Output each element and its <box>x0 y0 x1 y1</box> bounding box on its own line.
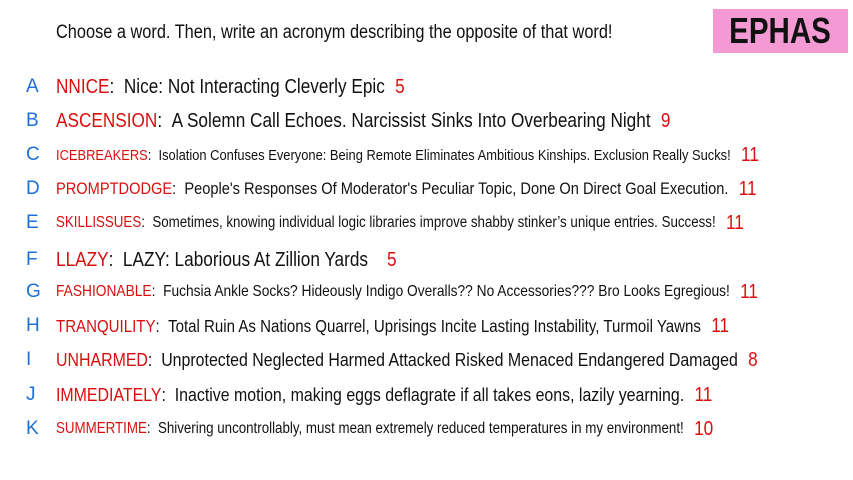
entry-row-d: D PROMPTDODGE: People's Responses Of Mod… <box>0 175 853 203</box>
entry-row-a: A NNICE: Nice: Not Interacting Cleverly … <box>0 73 853 101</box>
entry-count: 11 <box>740 280 759 303</box>
entry-count: 5 <box>395 75 405 98</box>
entry-word: SKILLISSUES <box>56 214 142 231</box>
entry-colon: : <box>109 75 124 98</box>
entry-colon: : <box>147 349 162 370</box>
entry-word: NNICE <box>56 75 110 98</box>
entry-word: IMMEDIATELY <box>56 384 162 405</box>
entry-word: ASCENSION <box>56 109 158 132</box>
entry-letter: B <box>26 110 39 131</box>
entry-letter: C <box>26 144 40 165</box>
entry-count: 11 <box>725 211 744 234</box>
entry-word: ICEBREAKERS <box>56 146 148 164</box>
ephas-tag-label: EPHAS <box>729 10 832 51</box>
entry-definition: LAZY: Laborious At Zillion Yards <box>122 248 369 271</box>
entry-count: 11 <box>738 177 757 200</box>
entry-row-b: B ASCENSION: A Solemn Call Echoes. Narci… <box>0 107 853 135</box>
entry-row-h: H TRANQUILITY: Total Ruin As Nations Qua… <box>0 312 853 340</box>
entry-definition: A Solemn Call Echoes. Narcissist Sinks I… <box>171 109 651 132</box>
entry-letter: F <box>26 249 38 270</box>
entry-colon: : <box>146 420 158 437</box>
entry-definition: Fuchsia Ankle Socks? Hideously Indigo Ov… <box>163 283 730 300</box>
entry-row-k: K SUMMERTIME: Shivering uncontrollably, … <box>0 415 853 443</box>
entry-count: 11 <box>694 383 713 406</box>
entry-row-c: C ICEBREAKERS: Isolation Confuses Everyo… <box>0 141 853 169</box>
prompt-text: Choose a word. Then, write an acronym de… <box>56 22 613 43</box>
entry-letter: G <box>26 281 41 302</box>
entry-definition: Shivering uncontrollably, must mean extr… <box>157 420 684 437</box>
entry-letter: H <box>26 315 40 336</box>
entry-word: LLAZY <box>56 248 109 271</box>
entry-colon: : <box>151 283 164 300</box>
entry-definition: Isolation Confuses Everyone: Being Remot… <box>158 146 731 164</box>
entry-word: PROMPTDODGE <box>56 179 173 198</box>
entry-word: SUMMERTIME <box>56 420 147 437</box>
entry-definition: Unprotected Neglected Harmed Attacked Ri… <box>161 349 738 370</box>
entry-colon: : <box>172 179 185 198</box>
ephas-tag: EPHAS <box>713 9 848 53</box>
entry-count: 8 <box>748 348 758 371</box>
entry-colon: : <box>108 248 123 271</box>
entry-word: UNHARMED <box>56 349 148 370</box>
entry-row-i: I UNHARMED: Unprotected Neglected Harmed… <box>0 346 853 374</box>
entry-word: FASHIONABLE <box>56 283 152 300</box>
entry-definition: Nice: Not Interacting Cleverly Epic <box>123 75 385 98</box>
entry-definition: Total Ruin As Nations Quarrel, Uprisings… <box>168 315 701 336</box>
entry-colon: : <box>157 109 172 132</box>
entry-count: 10 <box>694 417 714 440</box>
entry-row-g: G FASHIONABLE: Fuchsia Ankle Socks? Hide… <box>0 278 853 306</box>
entry-letter: D <box>26 178 40 199</box>
entry-count: 11 <box>741 143 759 166</box>
entry-definition: Sometimes, knowing individual logic libr… <box>152 214 716 231</box>
entry-letter: I <box>26 349 32 370</box>
entry-count: 11 <box>711 314 730 337</box>
entry-colon: : <box>161 384 175 405</box>
entry-row-f: F LLAZY: LAZY: Laborious At Zillion Yard… <box>0 246 853 274</box>
entry-letter: K <box>26 418 39 439</box>
entry-definition: People's Responses Of Moderator's Peculi… <box>184 179 729 198</box>
entry-row-j: J IMMEDIATELY: Inactive motion, making e… <box>0 381 853 409</box>
entry-colon: : <box>147 146 159 164</box>
entry-colon: : <box>155 315 169 336</box>
entry-letter: J <box>26 384 36 405</box>
entry-count: 9 <box>660 109 671 132</box>
entry-letter: A <box>26 76 39 97</box>
entry-word: TRANQUILITY <box>56 315 156 336</box>
entry-count: 5 <box>386 248 397 271</box>
entry-definition: Inactive motion, making eggs deflagrate … <box>174 384 685 405</box>
entry-colon: : <box>141 214 153 231</box>
entry-row-e: E SKILLISSUES: Sometimes, knowing indivi… <box>0 209 853 237</box>
entry-letter: E <box>26 212 39 233</box>
